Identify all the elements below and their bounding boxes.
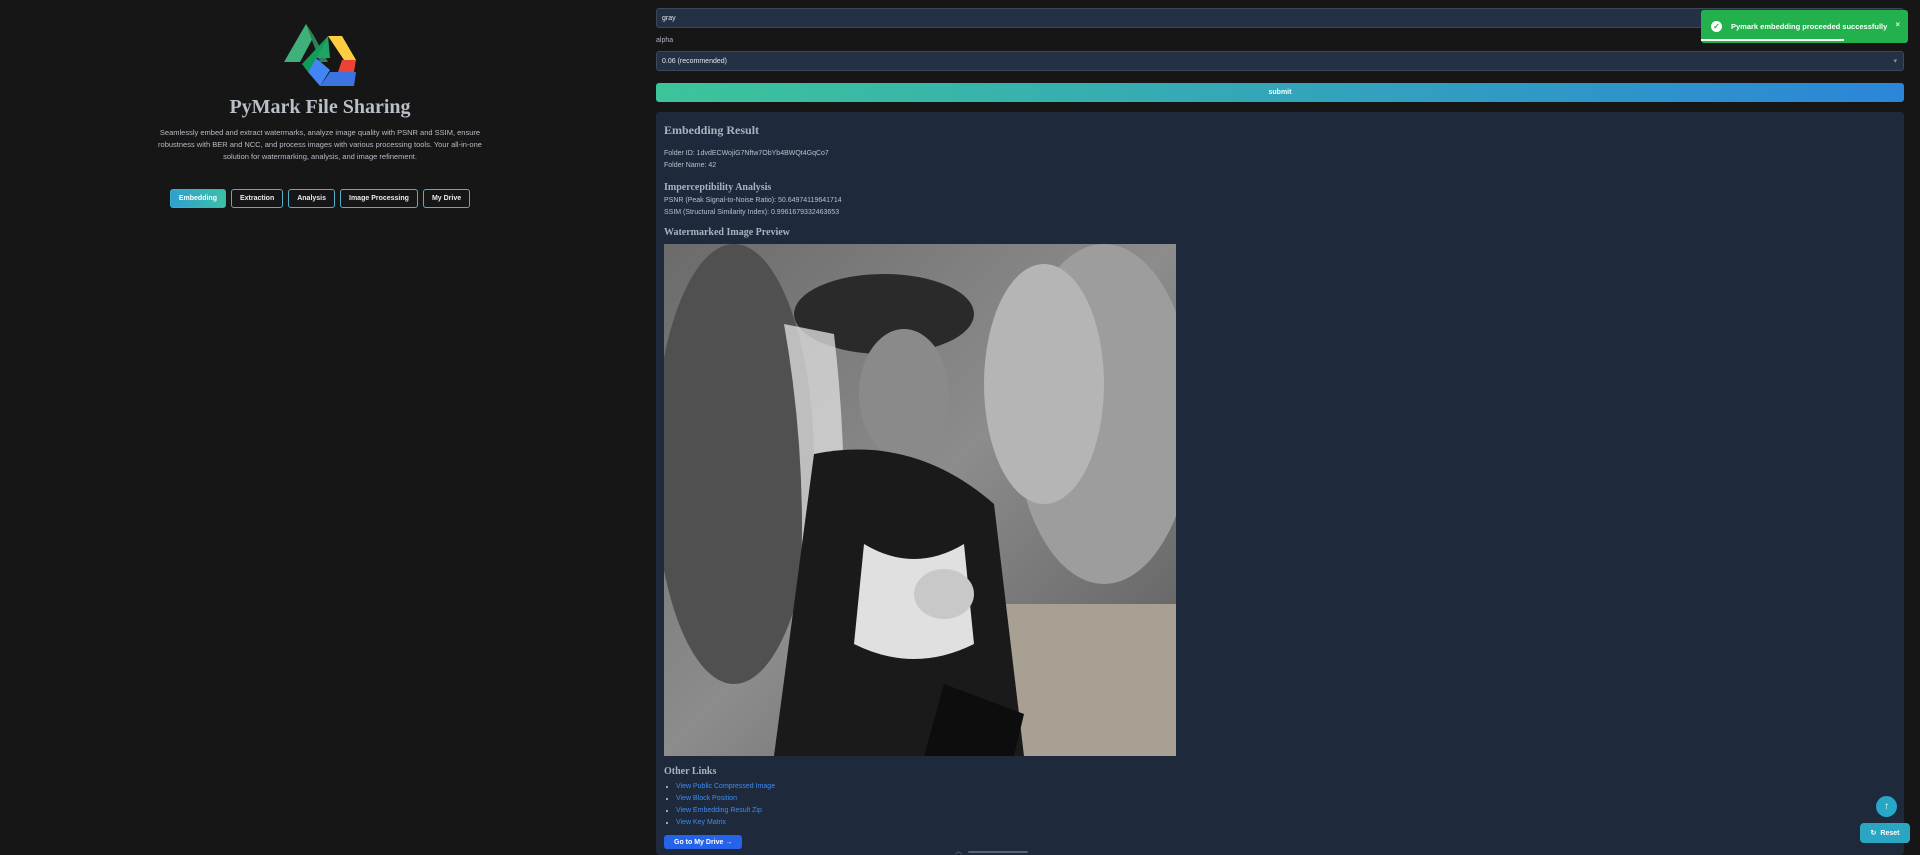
pymark-logo-icon bbox=[284, 24, 356, 86]
other-links-title: Other Links bbox=[664, 766, 717, 777]
result-title: Embedding Result bbox=[664, 123, 760, 137]
check-circle-icon: ✓ bbox=[1711, 21, 1722, 32]
embedding-result-card: Embedding Result Folder ID: 1dvdECWojiG7… bbox=[656, 112, 1904, 855]
app-description: Seamlessly embed and extract watermarks,… bbox=[158, 128, 482, 161]
reset-button[interactable]: ↻ Reset bbox=[1860, 823, 1910, 843]
chevron-up-icon[interactable]: ︿ bbox=[955, 846, 962, 855]
toast-message: Pymark embedding proceeded successfully bbox=[1731, 22, 1888, 31]
alpha-label: alpha bbox=[656, 37, 674, 44]
tab-embedding[interactable]: Embedding bbox=[169, 189, 226, 208]
success-toast: ✓ Pymark embedding proceeded successfull… bbox=[1701, 10, 1908, 43]
refresh-icon: ↻ bbox=[1870, 830, 1877, 837]
tab-extraction[interactable]: Extraction bbox=[230, 189, 284, 208]
psnr-value: PSNR (Peak Signal-to-Noise Ratio): 50.64… bbox=[664, 197, 842, 204]
sidebar: PyMark File Sharing Seamlessly embed and… bbox=[0, 0, 640, 855]
tab-analysis[interactable]: Analysis bbox=[288, 189, 336, 208]
link-key-matrix[interactable]: View Key Matrix bbox=[676, 817, 1896, 829]
watermarked-image-preview bbox=[664, 244, 1176, 756]
close-icon[interactable]: × bbox=[1895, 20, 1900, 29]
alpha-select[interactable]: 0.06 (recommended) ▾ bbox=[656, 51, 1904, 71]
tab-my-drive[interactable]: My Drive bbox=[422, 189, 471, 208]
alpha-select-value: 0.06 (recommended) bbox=[662, 57, 727, 65]
type-select-value: gray bbox=[662, 14, 676, 22]
imperceptibility-title: Imperceptibility Analysis bbox=[664, 182, 772, 193]
reset-label: Reset bbox=[1880, 829, 1900, 837]
link-embedding-result-zip[interactable]: View Embedding Result Zip bbox=[676, 805, 1896, 817]
nav-tabs: Embedding Extraction Analysis Image Proc… bbox=[169, 189, 471, 208]
arrow-up-icon: ↑ bbox=[1884, 801, 1889, 812]
tab-image-processing[interactable]: Image Processing bbox=[340, 189, 418, 208]
main-panel: gray alpha 0.06 (recommended) ▾ submit E… bbox=[656, 0, 1904, 855]
folder-name: Folder Name: 42 bbox=[664, 162, 717, 169]
submit-button[interactable]: submit bbox=[656, 83, 1904, 102]
app-title: PyMark File Sharing bbox=[229, 96, 411, 118]
watermarked-photo bbox=[664, 244, 1176, 756]
ssim-value: SSIM (Structural Similarity Index): 0.99… bbox=[664, 209, 840, 216]
folder-id: Folder ID: 1dvdECWojiG7Nftw7ObYb4BWQt4Gq… bbox=[664, 150, 829, 157]
other-links-list: View Public Compressed Image View Block … bbox=[664, 781, 1896, 829]
link-public-compressed-image[interactable]: View Public Compressed Image bbox=[676, 781, 1896, 793]
preview-title: Watermarked Image Preview bbox=[664, 227, 790, 238]
go-to-my-drive-button[interactable]: Go to My Drive → bbox=[664, 835, 743, 849]
link-block-position[interactable]: View Block Position bbox=[676, 793, 1896, 805]
scroll-to-top-button[interactable]: ↑ bbox=[1876, 796, 1897, 817]
scroll-indicator bbox=[968, 851, 1028, 853]
chevron-down-icon: ▾ bbox=[1893, 58, 1897, 65]
toast-progress-bar bbox=[1701, 39, 1844, 41]
